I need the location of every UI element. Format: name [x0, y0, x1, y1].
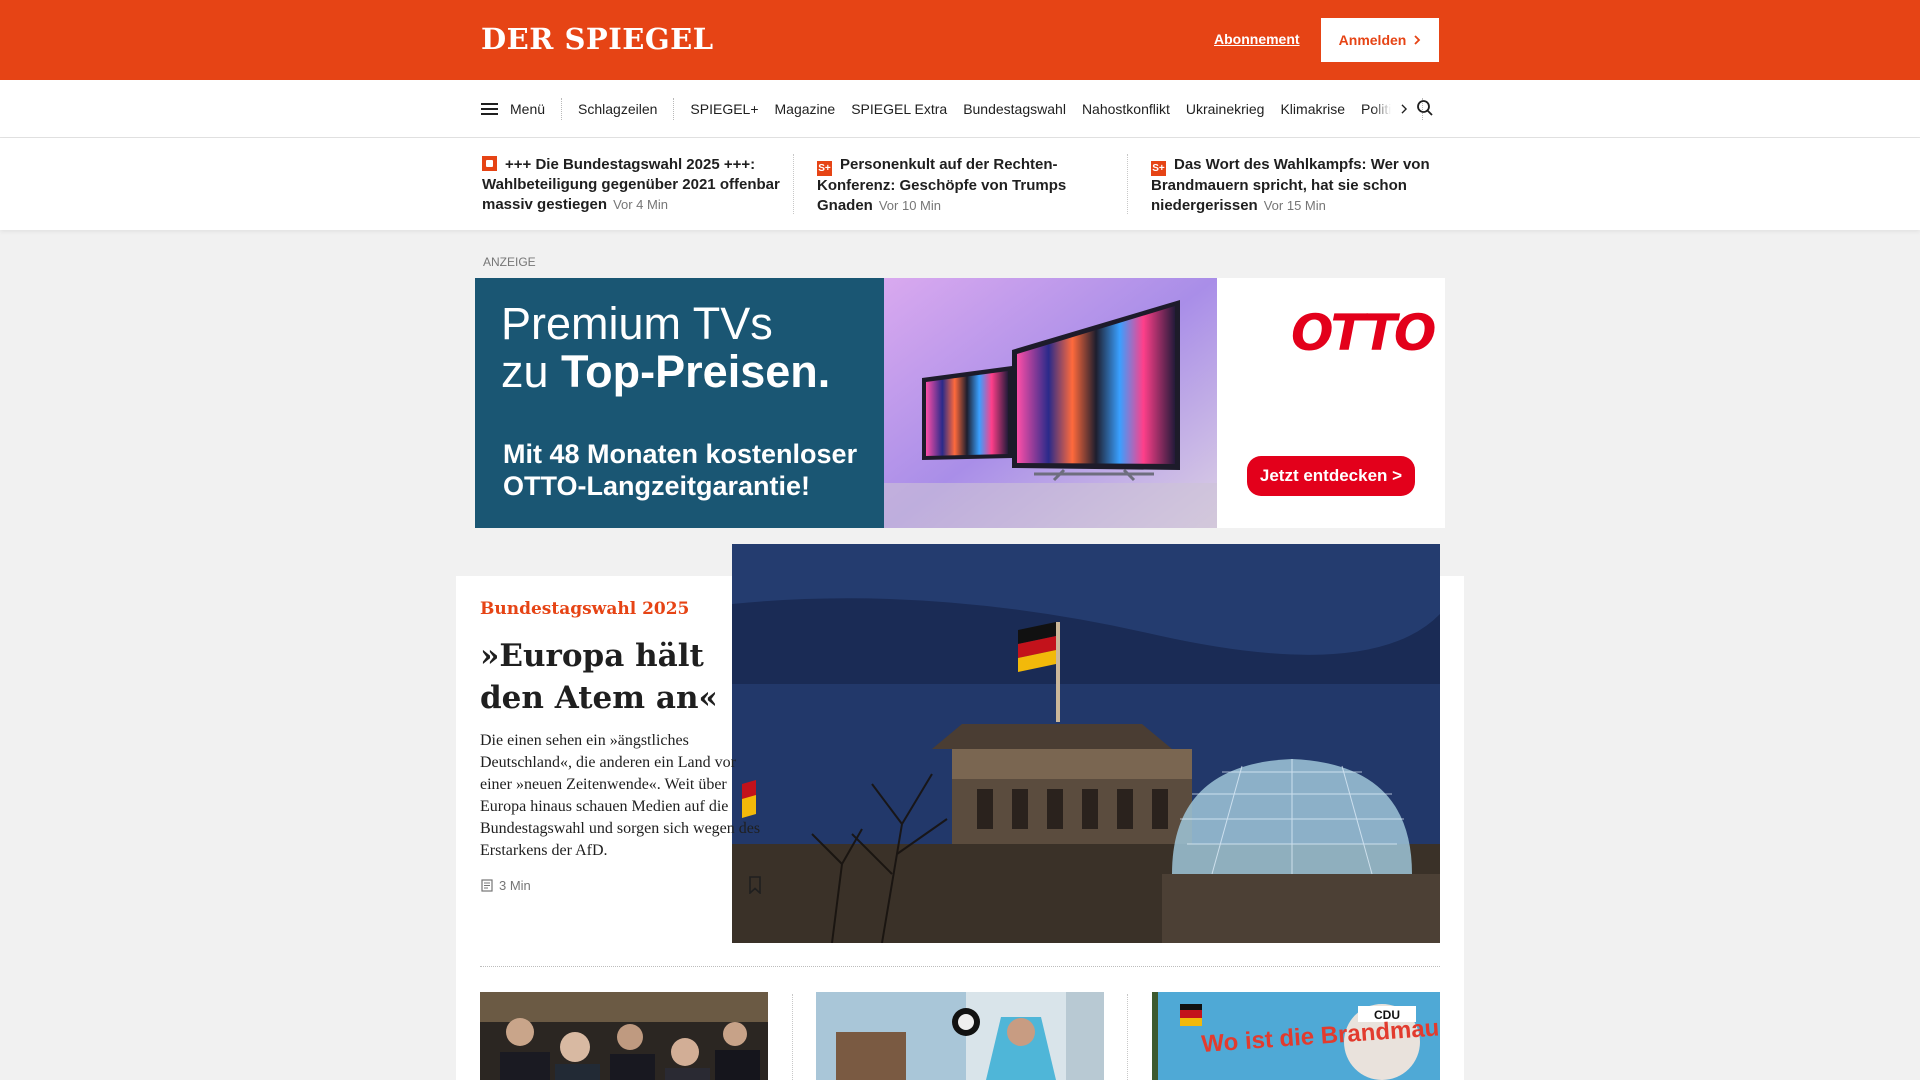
- ad-text-panel: Premium TVs zu Top-Preisen. Mit 48 Monat…: [475, 278, 884, 528]
- spiegel-logo[interactable]: DER SPIEGEL: [481, 22, 714, 56]
- nav-item-nahostkonflikt[interactable]: Nahostkonflikt: [1082, 101, 1170, 117]
- election-party-photo: [480, 992, 768, 1080]
- ticker-time: Vor 15 Min: [1263, 198, 1326, 213]
- top-bar: DER SPIEGEL Abonnement Anmelden: [0, 0, 1920, 80]
- otto-logo: OTTO: [1291, 304, 1436, 362]
- news-ticker: +++ Die Bundestagswahl 2025 +++: Wahlbet…: [0, 138, 1920, 230]
- ticker-item[interactable]: S+ Personenkult auf der Rechten-Konferenz…: [817, 155, 1117, 216]
- article-thumbnail[interactable]: [480, 992, 768, 1080]
- nav-item-spiegel-plus[interactable]: SPIEGEL+: [690, 101, 758, 117]
- article-kicker[interactable]: Bundestagswahl 2025: [480, 599, 689, 619]
- spiegel-plus-badge-icon: S+: [1151, 161, 1166, 176]
- tv-illustration: [884, 278, 1217, 528]
- hamburger-icon: [481, 103, 498, 115]
- spiegel-plus-badge-icon: S+: [817, 161, 832, 176]
- article-thumbnail[interactable]: CDU Wo ist die Brandmauer: [1152, 992, 1440, 1080]
- live-badge-icon: [482, 156, 497, 171]
- subscription-link[interactable]: Abonnement: [1214, 31, 1300, 47]
- login-button-label: Anmelden: [1338, 32, 1407, 48]
- nav-item-bundestagswahl[interactable]: Bundestagswahl: [963, 101, 1066, 117]
- bookmark-icon[interactable]: [748, 876, 762, 894]
- nav-item-klimakrise[interactable]: Klimakrise: [1280, 101, 1345, 117]
- ticker-time: Vor 10 Min: [878, 198, 941, 213]
- login-button[interactable]: Anmelden: [1321, 18, 1439, 62]
- main-navigation: Menü Schlagzeilen SPIEGEL+ Magazine SPIE…: [0, 80, 1920, 138]
- read-time-label: 3 Min: [499, 878, 531, 893]
- nav-item-schlagzeilen[interactable]: Schlagzeilen: [578, 101, 657, 117]
- carnival-photo: [816, 992, 1104, 1080]
- ad-cta-button[interactable]: Jetzt entdecken >: [1247, 456, 1415, 496]
- ticker-divider: [1127, 154, 1128, 214]
- ad-brand-panel: OTTO Jetzt entdecken >: [1217, 278, 1445, 528]
- nav-divider: [561, 98, 563, 120]
- ticker-item[interactable]: +++ Die Bundestagswahl 2025 +++: Wahlbet…: [482, 155, 782, 215]
- thumbnail-divider: [792, 994, 793, 1080]
- ad-subline: Mit 48 Monaten kostenloser OTTO-Langzeit…: [503, 439, 858, 501]
- reichstag-photo[interactable]: [732, 544, 1440, 943]
- nav-divider: [673, 98, 675, 120]
- read-time: 3 Min: [481, 878, 531, 893]
- vandalized-poster-photo: CDU Wo ist die Brandmauer: [1152, 992, 1440, 1080]
- nav-item-spiegel-extra[interactable]: SPIEGEL Extra: [851, 101, 947, 117]
- article-teaser[interactable]: Die einen sehen ein »ängstliches Deutsch…: [480, 730, 770, 862]
- article-icon: [481, 879, 493, 892]
- ticker-divider: [793, 154, 794, 214]
- nav-item-politik[interactable]: Politik: [1361, 101, 1391, 117]
- ad-headline-line-2: zu: [501, 346, 562, 397]
- thumbnail-divider: [1127, 994, 1128, 1080]
- otto-ad-banner[interactable]: Premium TVs zu Top-Preisen. Mit 48 Monat…: [475, 278, 1445, 528]
- search-icon[interactable]: [1416, 99, 1434, 117]
- ad-headline-bold: Top-Preisen.: [561, 346, 831, 397]
- ticker-item[interactable]: S+ Das Wort des Wahlkampfs: Wer von Brand…: [1151, 155, 1441, 216]
- ticker-title: Personenkult auf der Rechten-Konferenz: …: [817, 156, 1067, 214]
- ad-headline-line-1: Premium TVs: [501, 298, 773, 349]
- ad-label: ANZEIGE: [483, 255, 536, 269]
- ad-headline: Premium TVs zu Top-Preisen.: [501, 300, 830, 396]
- menu-label: Menü: [510, 101, 546, 117]
- ticker-time: Vor 4 Min: [613, 197, 668, 212]
- nav-scroll-right-icon[interactable]: [1397, 101, 1410, 117]
- nav-item-ukrainekrieg[interactable]: Ukrainekrieg: [1186, 101, 1265, 117]
- article-thumbnail[interactable]: [816, 992, 1104, 1080]
- reichstag-illustration: [732, 544, 1440, 943]
- menu-button[interactable]: Menü: [481, 101, 561, 117]
- ad-tv-image: [884, 278, 1217, 528]
- section-divider: [480, 966, 1440, 967]
- chevron-right-icon: [1414, 35, 1421, 45]
- article-headline[interactable]: »Europa hält den Atem an«: [480, 635, 770, 719]
- nav-item-magazine[interactable]: Magazine: [775, 101, 836, 117]
